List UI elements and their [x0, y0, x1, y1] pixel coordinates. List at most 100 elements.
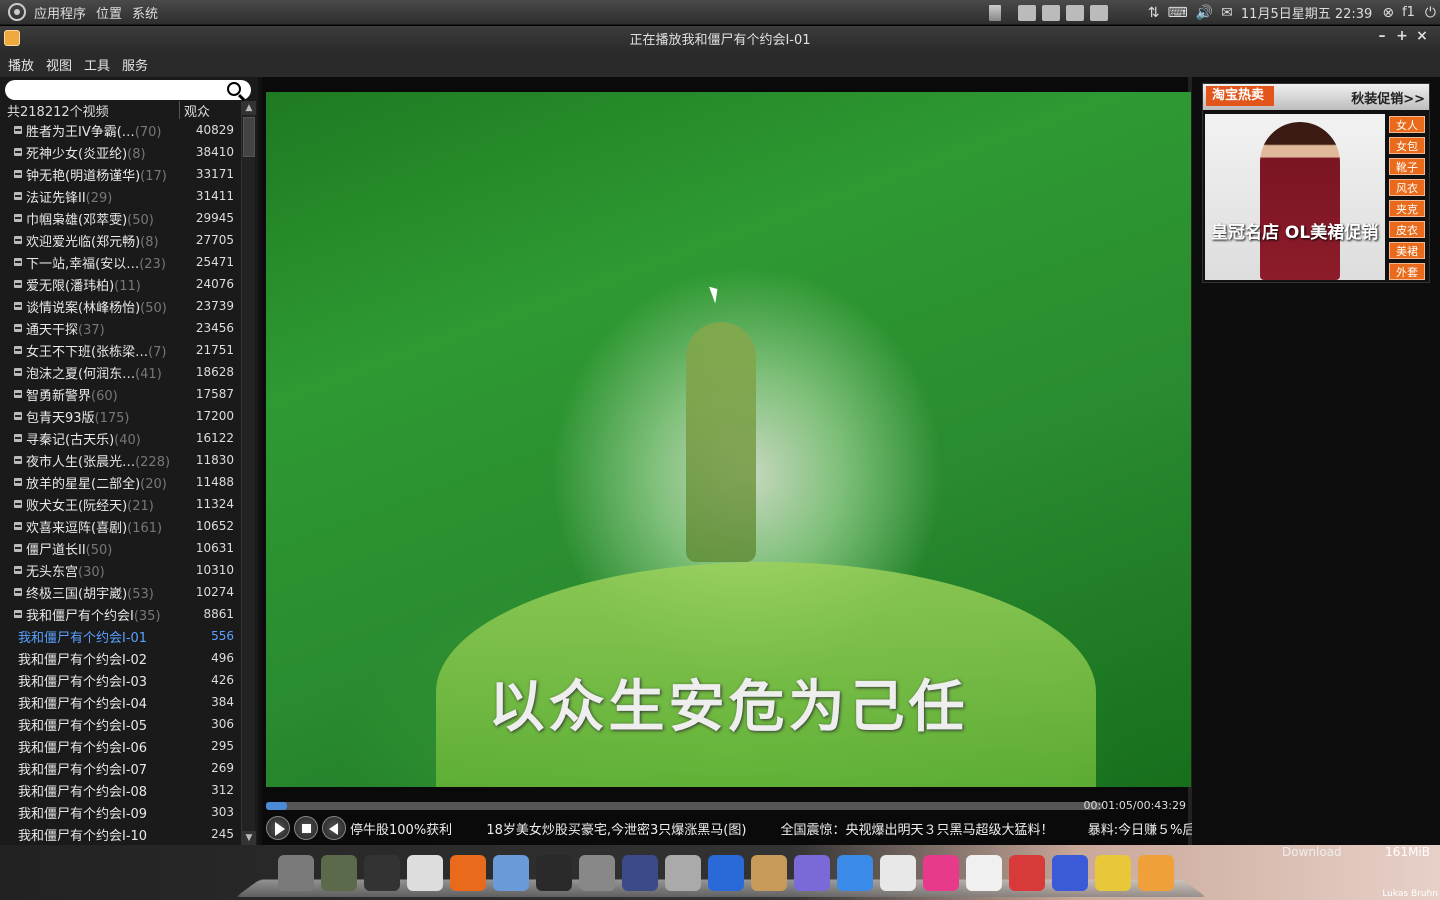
trash-icon[interactable]: [988, 4, 1001, 21]
episode-item[interactable]: 我和僵尸有个约会I-09 303: [0, 801, 240, 823]
ticker-item[interactable]: 全国震惊：央视爆出明天３只黑马超级大猛料！: [781, 823, 1054, 838]
expand-icon[interactable]: [14, 280, 22, 288]
volume-button[interactable]: [322, 816, 346, 840]
workspace-1-icon[interactable]: [1017, 4, 1036, 21]
expand-icon[interactable]: [14, 346, 22, 354]
volume-icon[interactable]: 🔊: [1196, 5, 1213, 21]
list-item[interactable]: 爱无限(潘玮柏)(11) 24076: [0, 273, 240, 295]
header-total[interactable]: 共218212个视频: [0, 101, 180, 120]
menu-services[interactable]: 服务: [122, 55, 148, 74]
scroll-down-icon[interactable]: ▼: [242, 831, 256, 845]
yahoo-icon[interactable]: [880, 855, 916, 891]
header-views[interactable]: 观众: [180, 101, 210, 120]
ad-category[interactable]: 女包: [1389, 137, 1425, 154]
expand-icon[interactable]: [14, 148, 22, 156]
pidgin-icon[interactable]: [794, 855, 830, 891]
xbmc-icon[interactable]: [622, 855, 658, 891]
firefox-icon[interactable]: [450, 855, 486, 891]
expand-icon[interactable]: [14, 588, 22, 596]
terminal-icon[interactable]: [364, 855, 400, 891]
expand-icon[interactable]: [14, 390, 22, 398]
list-item[interactable]: 败犬女王(阮经天)(21) 11324: [0, 493, 240, 515]
stop-button[interactable]: [294, 816, 318, 840]
expand-icon[interactable]: [14, 566, 22, 574]
list-item[interactable]: 法证先锋II(29) 31411: [0, 185, 240, 207]
list-item[interactable]: 欢迎爱光临(郑元畅)(8) 27705: [0, 229, 240, 251]
ad-category[interactable]: 皮衣: [1389, 221, 1425, 238]
list-item[interactable]: 谈情说案(林峰杨怡)(50) 23739: [0, 295, 240, 317]
mail-icon[interactable]: ✉: [1221, 5, 1233, 21]
camera-icon[interactable]: [579, 855, 615, 891]
keyboard-icon[interactable]: ⌨: [1168, 5, 1188, 21]
user-name[interactable]: f1: [1402, 5, 1415, 20]
expand-icon[interactable]: [14, 170, 22, 178]
episode-item[interactable]: 我和僵尸有个约会I-07 269: [0, 757, 240, 779]
chromium-icon[interactable]: [493, 855, 529, 891]
music-note-icon[interactable]: [923, 855, 959, 891]
list-item[interactable]: 无头东宫(30) 10310: [0, 559, 240, 581]
expand-icon[interactable]: [14, 456, 22, 464]
ubuntu-logo-icon[interactable]: [8, 3, 26, 21]
ad-category[interactable]: 女人: [1389, 116, 1425, 133]
workspace-2-icon[interactable]: [1041, 4, 1060, 21]
ad-category[interactable]: 风衣: [1389, 179, 1425, 196]
expand-icon[interactable]: [14, 544, 22, 552]
episode-item[interactable]: 我和僵尸有个约会I-02 496: [0, 647, 240, 669]
list-item[interactable]: 泡沫之夏(何润东…(41) 18628: [0, 361, 240, 383]
folder-icon[interactable]: [321, 855, 357, 891]
expand-icon[interactable]: [14, 324, 22, 332]
menu-places[interactable]: 位置: [96, 3, 122, 22]
ad-category[interactable]: 外套: [1389, 263, 1425, 280]
taobao-ad[interactable]: 淘宝热卖 秋装促销>> 皇冠名店 OL美裙促销 女人 女包 靴子 风衣 夹克 皮…: [1202, 83, 1430, 283]
rabbit-icon[interactable]: [751, 855, 787, 891]
video-frame[interactable]: 以众生安危为己任: [266, 92, 1191, 787]
expand-icon[interactable]: [14, 610, 22, 618]
episode-item[interactable]: 我和僵尸有个约会I-03 426: [0, 669, 240, 691]
ppstream-app-icon[interactable]: [4, 30, 20, 46]
power-icon[interactable]: ⏻: [1425, 5, 1436, 21]
ad-category[interactable]: 美裙: [1389, 242, 1425, 259]
episode-item[interactable]: 我和僵尸有个约会I-08 312: [0, 779, 240, 801]
list-item[interactable]: 寻秦记(古天乐)(40) 16122: [0, 427, 240, 449]
expand-icon[interactable]: [14, 434, 22, 442]
list-item[interactable]: 包青天93版(175) 17200: [0, 405, 240, 427]
minimize-button[interactable]: –: [1372, 28, 1392, 44]
ad-tag[interactable]: 淘宝热卖: [1206, 86, 1275, 106]
expand-icon[interactable]: [14, 258, 22, 266]
menu-tools[interactable]: 工具: [84, 55, 110, 74]
menu-applications[interactable]: 应用程序: [34, 3, 86, 22]
expand-icon[interactable]: [14, 478, 22, 486]
sidebar-scrollbar[interactable]: ▲ ▼: [241, 101, 256, 845]
workspace-3-icon[interactable]: [1065, 4, 1084, 21]
expand-icon[interactable]: [14, 522, 22, 530]
expand-icon[interactable]: [14, 214, 22, 222]
list-item[interactable]: 女王不下班(张栋梁…(7) 21751: [0, 339, 240, 361]
episode-item[interactable]: 我和僵尸有个约会I-06 295: [0, 735, 240, 757]
episode-item[interactable]: 我和僵尸有个约会I-05 306: [0, 713, 240, 735]
play-button[interactable]: [266, 816, 290, 840]
expand-icon[interactable]: [14, 192, 22, 200]
menu-view[interactable]: 视图: [46, 55, 72, 74]
progress-bar[interactable]: [266, 802, 1102, 810]
list-item[interactable]: 僵尸道长II(50) 10631: [0, 537, 240, 559]
expand-icon[interactable]: [14, 302, 22, 310]
menu-play[interactable]: 播放: [8, 55, 34, 74]
maximize-button[interactable]: +: [1392, 28, 1412, 44]
ticker-item[interactable]: 暴料:今日赚５%后1: [1088, 823, 1192, 838]
list-item[interactable]: 终极三国(胡宇崴)(53) 10274: [0, 581, 240, 603]
list-item[interactable]: 通天干探(37) 23456: [0, 317, 240, 339]
ppstream-icon[interactable]: [1138, 855, 1174, 891]
headphones-icon[interactable]: [1095, 855, 1131, 891]
expand-icon[interactable]: [14, 368, 22, 376]
search-input[interactable]: [5, 80, 251, 100]
list-item[interactable]: 智勇新警界(60) 17587: [0, 383, 240, 405]
expand-icon[interactable]: [14, 126, 22, 134]
arrow-app-icon[interactable]: [708, 855, 744, 891]
ad-promo-link[interactable]: 秋装促销>>: [1351, 88, 1425, 107]
network-icon[interactable]: [837, 855, 873, 891]
list-item[interactable]: 钟无艳(明道杨谨华)(17) 33171: [0, 163, 240, 185]
menu-system[interactable]: 系统: [132, 3, 158, 22]
list-item[interactable]: 欢喜来逗阵(喜剧)(161) 10652: [0, 515, 240, 537]
expand-icon[interactable]: [14, 412, 22, 420]
list-item[interactable]: 死神少女(炎亚纶)(8) 38410: [0, 141, 240, 163]
